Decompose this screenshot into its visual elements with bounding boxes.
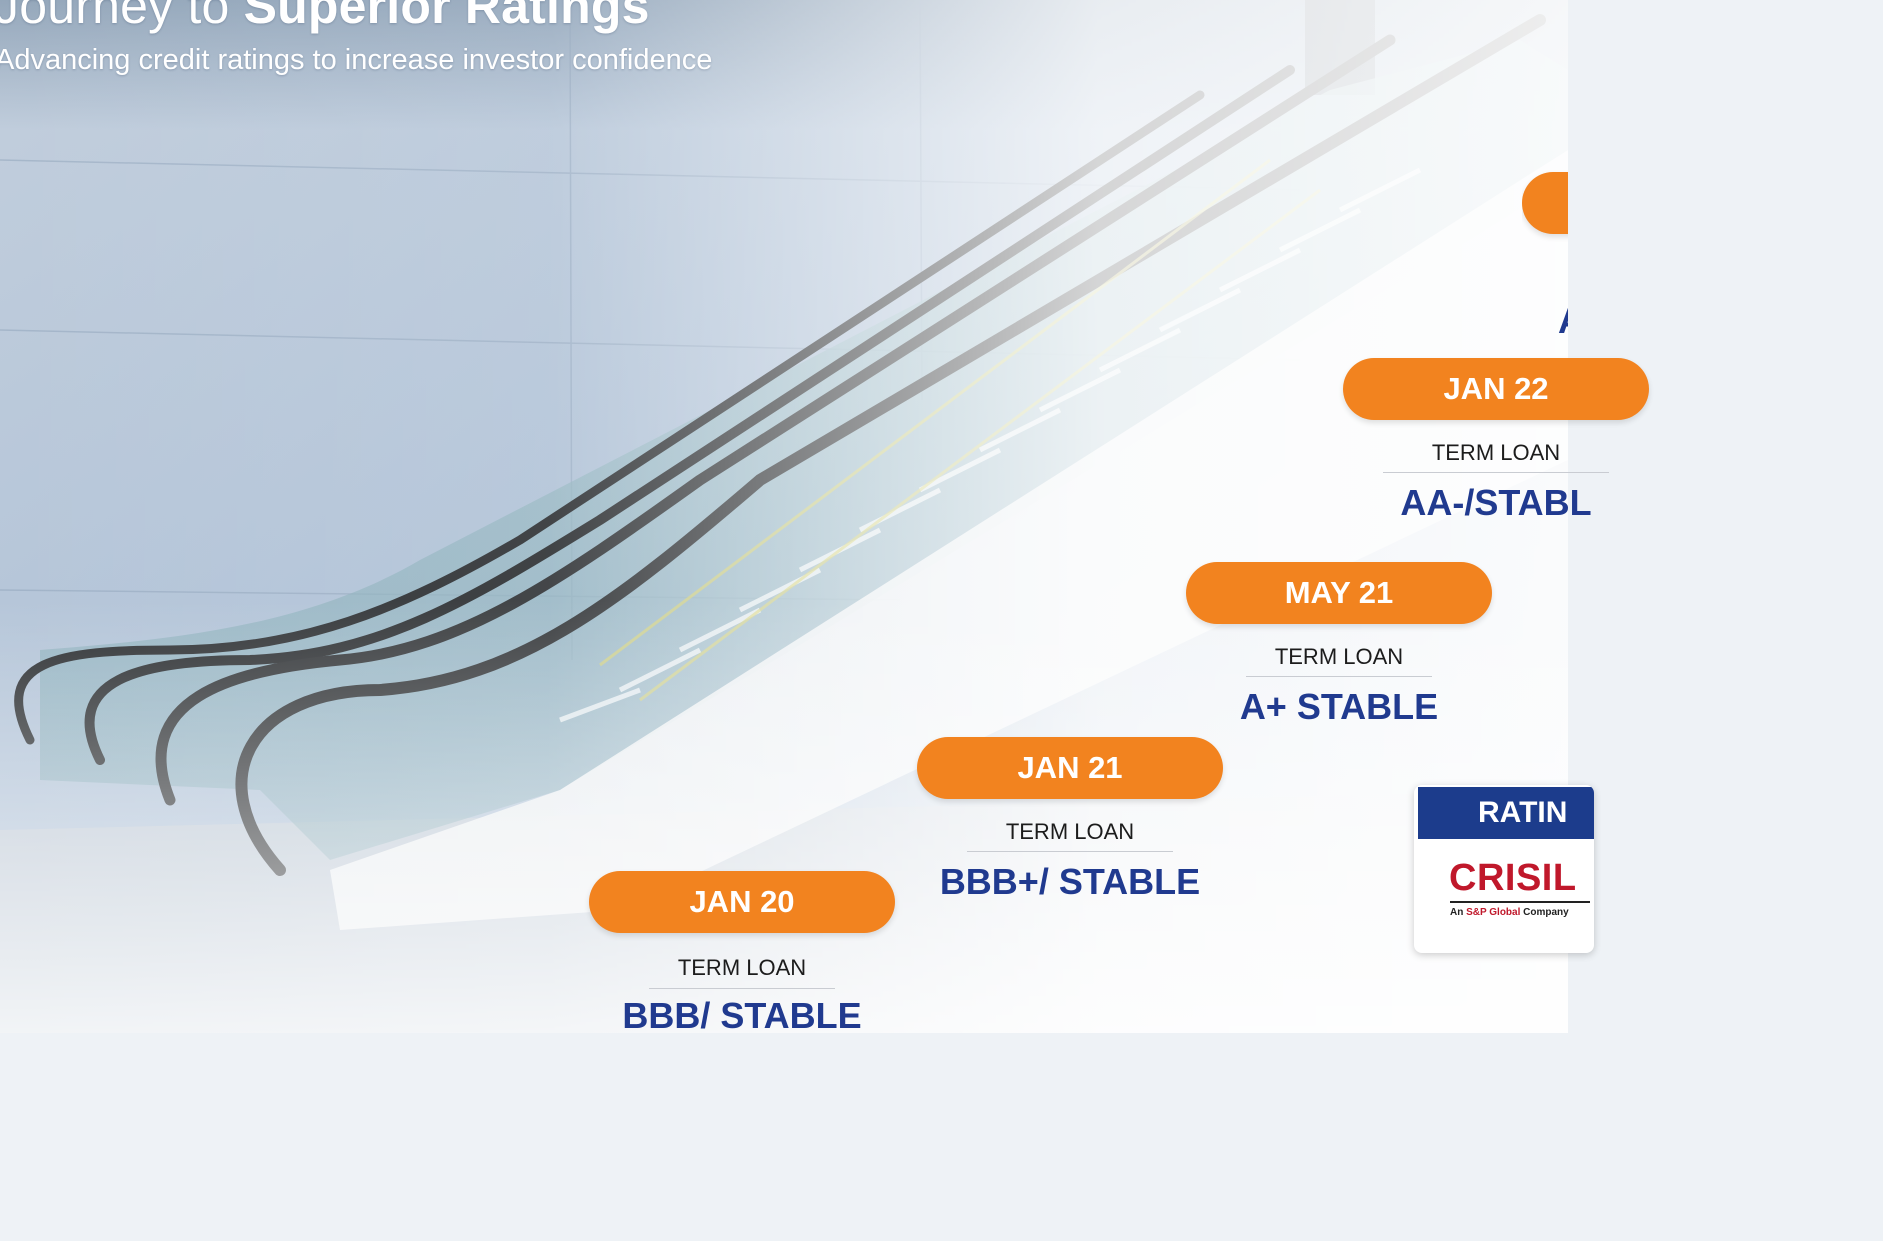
milestone-instrument: TERM LOAN [1005, 819, 1135, 844]
milestone-jan-20: JAN 20 TERM LOAN BBB/ STABLE [589, 871, 895, 1036]
crisil-logo-rule [1450, 901, 1590, 903]
page-title: Journey to Superior Ratings [0, 0, 650, 36]
milestone-may-21: MAY 21 TERM LOAN A+ STABLE [1186, 562, 1492, 732]
milestone-rating: A+ STABLE [1239, 686, 1439, 727]
milestone-rating: BBB/ STABLE [622, 995, 862, 1036]
milestone-date-badge: MAY 21 [1186, 562, 1492, 624]
crisil-tagline-prefix: An [1450, 907, 1467, 918]
milestone-date-badge: JAN 20 [589, 871, 895, 933]
page-title-regular: Journey to [0, 0, 244, 34]
milestone-instrument: TERM LOAN [1274, 644, 1404, 669]
milestone-rating: A [1558, 300, 1568, 340]
page-title-bold: Superior Ratings [243, 0, 650, 34]
page-subtitle: Advancing credit ratings to increase inv… [0, 44, 713, 76]
milestone-jan-22: JAN 22 TERM LOAN AA-/STABL [1343, 358, 1649, 528]
crisil-tagline: An S&P Global Company [1450, 907, 1569, 918]
milestone-instrument: TERM LOAN [677, 955, 807, 980]
milestone-jan-21: JAN 21 TERM LOAN BBB+/ STABLE [917, 737, 1223, 907]
milestone-divider [1383, 472, 1609, 473]
milestone-rating: BBB+/ STABLE [939, 861, 1201, 902]
milestone-divider [1246, 676, 1432, 677]
milestone-date-badge: JAN 21 [917, 737, 1223, 799]
milestone-divider [649, 988, 835, 989]
rating-agency-card: RATIN CRISIL An S&P Global Company [1414, 785, 1594, 953]
rating-agency-heading: RATIN [1418, 787, 1594, 839]
crisil-tagline-brand: S&P Global [1466, 907, 1521, 918]
milestone-divider [967, 851, 1173, 852]
crisil-logo: CRISIL [1449, 857, 1577, 899]
milestone-instrument: TERM LOAN [1431, 440, 1561, 465]
milestone-rating: AA-/STABL [1400, 482, 1592, 523]
milestone-date-badge: JAN 22 [1343, 358, 1649, 420]
milestone-date-badge [1522, 172, 1568, 234]
milestone-latest: A [1522, 170, 1568, 340]
crisil-tagline-suffix: Company [1520, 907, 1569, 918]
